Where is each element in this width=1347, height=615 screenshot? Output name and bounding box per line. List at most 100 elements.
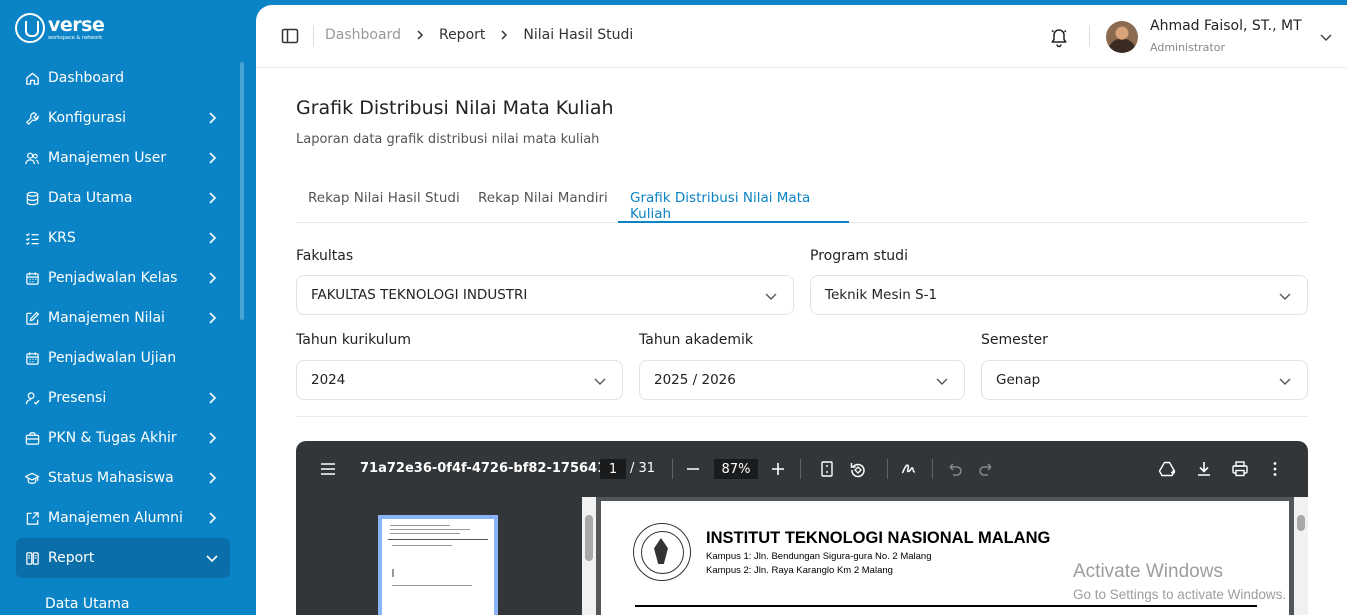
sidebar-item-label: Report bbox=[48, 550, 95, 566]
sidebar-item-konfigurasi[interactable]: Konfigurasi bbox=[16, 98, 230, 138]
chevron-right-icon bbox=[209, 512, 217, 524]
sidebar-item-presensi[interactable]: Presensi bbox=[16, 378, 230, 418]
thumbnail-panel bbox=[296, 497, 582, 615]
tab-rekap-nilai-hasil-studi[interactable]: Rekap Nilai Hasil Studi bbox=[308, 177, 460, 223]
breadcrumb-item-report[interactable]: Report bbox=[439, 27, 485, 43]
tab-grafik-distribusi[interactable]: Grafik Distribusi Nilai Mata Kuliah bbox=[618, 177, 849, 223]
akademik-value: 2025 / 2026 bbox=[654, 372, 736, 388]
topbar: Dashboard Report Nilai Hasil Studi Ahmad… bbox=[256, 5, 1347, 68]
divider bbox=[296, 416, 1308, 417]
avatar[interactable] bbox=[1106, 21, 1138, 53]
activate-windows-watermark: Activate Windows Go to Settings to activ… bbox=[1073, 561, 1286, 602]
sidebar-item-dashboard[interactable]: Dashboard bbox=[16, 58, 230, 98]
zoom-out-icon[interactable] bbox=[684, 460, 702, 478]
main-content: Dashboard Report Nilai Hasil Studi Ahmad… bbox=[256, 5, 1347, 615]
page-thumbnail[interactable] bbox=[378, 515, 498, 615]
sidebar-item-manajemen-nilai[interactable]: Manajemen Nilai bbox=[16, 298, 230, 338]
divider bbox=[887, 459, 888, 479]
calendar-icon bbox=[24, 270, 40, 286]
fakultas-value: FAKULTAS TEKNOLOGI INDUSTRI bbox=[311, 287, 528, 303]
undo-icon[interactable] bbox=[946, 460, 964, 478]
annotate-icon[interactable] bbox=[900, 460, 918, 478]
fakultas-label: Fakultas bbox=[296, 248, 354, 264]
akademik-select[interactable]: 2025 / 2026 bbox=[639, 360, 965, 400]
prodi-select[interactable]: Teknik Mesin S-1 bbox=[810, 275, 1308, 315]
sidebar-item-data-utama[interactable]: Data Utama bbox=[16, 178, 230, 218]
menu-icon[interactable] bbox=[320, 461, 336, 477]
sidebar-item-label: Penjadwalan Kelas bbox=[48, 270, 178, 286]
zoom-in-icon[interactable] bbox=[769, 460, 787, 478]
institution-address-1: Kampus 1: Jln. Bendungan Sigura-gura No.… bbox=[706, 551, 932, 562]
chevron-right-icon bbox=[209, 112, 217, 124]
chevron-down-icon[interactable] bbox=[1318, 29, 1334, 45]
sidebar-item-manajemen-user[interactable]: Manajemen User bbox=[16, 138, 230, 178]
kurikulum-value: 2024 bbox=[311, 372, 346, 388]
sidebar-item-pkn-tugas-akhir[interactable]: PKN & Tugas Akhir bbox=[16, 418, 230, 458]
semester-label: Semester bbox=[981, 332, 1048, 348]
more-options-icon[interactable] bbox=[1266, 460, 1284, 478]
pdf-filename: 71a72e36-0f4f-4726-bf82-175641... bbox=[360, 461, 621, 476]
download-icon[interactable] bbox=[1195, 460, 1213, 478]
fakultas-select[interactable]: FAKULTAS TEKNOLOGI INDUSTRI bbox=[296, 275, 794, 315]
divider bbox=[932, 459, 933, 479]
bell-icon[interactable] bbox=[1049, 26, 1069, 48]
redo-icon[interactable] bbox=[977, 460, 995, 478]
header-rule bbox=[635, 605, 1257, 607]
sidebar-item-krs[interactable]: KRS bbox=[16, 218, 230, 258]
sidebar-toggle-icon[interactable] bbox=[281, 27, 299, 45]
brand-logo[interactable]: verse workspace & network bbox=[15, 13, 105, 43]
pdf-toolbar: 71a72e36-0f4f-4726-bf82-175641... 1 / 31… bbox=[296, 441, 1308, 497]
graduation-cap-icon bbox=[24, 470, 40, 486]
sidebar-item-penjadwalan-kelas[interactable]: Penjadwalan Kelas bbox=[16, 258, 230, 298]
sidebar-item-status-mahasiswa[interactable]: Status Mahasiswa bbox=[16, 458, 230, 498]
wrench-icon bbox=[24, 110, 40, 126]
sidebar-scrollbar[interactable] bbox=[240, 62, 244, 320]
chevron-down-icon bbox=[936, 378, 948, 385]
chevron-down-icon bbox=[1279, 378, 1291, 385]
edit-icon bbox=[24, 310, 40, 326]
sidebar-item-manajemen-alumni[interactable]: Manajemen Alumni bbox=[16, 498, 230, 538]
report-icon bbox=[24, 550, 40, 566]
chevron-right-icon bbox=[209, 392, 217, 404]
divider bbox=[1089, 25, 1090, 47]
calendar-icon bbox=[24, 350, 40, 366]
breadcrumb-item-dashboard[interactable]: Dashboard bbox=[325, 27, 401, 43]
rotate-icon[interactable] bbox=[849, 460, 867, 478]
sidebar-item-label: Penjadwalan Ujian bbox=[48, 350, 177, 366]
chevron-right-icon bbox=[501, 30, 508, 40]
thumbnail-scrollbar[interactable] bbox=[582, 497, 596, 615]
sidebar-item-label: Manajemen Alumni bbox=[48, 510, 183, 526]
sidebar-item-penjadwalan-ujian[interactable]: Penjadwalan Ujian bbox=[16, 338, 230, 378]
tab-bar: Rekap Nilai Hasil Studi Rekap Nilai Mand… bbox=[296, 177, 1308, 223]
chevron-down-icon bbox=[1279, 293, 1291, 300]
tab-rekap-nilai-mandiri[interactable]: Rekap Nilai Mandiri bbox=[478, 177, 608, 223]
home-icon bbox=[24, 70, 40, 86]
kurikulum-select[interactable]: 2024 bbox=[296, 360, 623, 400]
breadcrumb-item-current: Nilai Hasil Studi bbox=[523, 27, 634, 43]
sidebar: verse workspace & network Dashboard Konf… bbox=[0, 0, 256, 615]
sidebar-subitem-data-utama[interactable]: Data Utama bbox=[45, 596, 129, 612]
sidebar-item-label: Status Mahasiswa bbox=[48, 470, 174, 486]
brand-tagline: workspace & network bbox=[48, 34, 103, 41]
chevron-right-icon bbox=[417, 30, 424, 40]
print-icon[interactable] bbox=[1231, 460, 1249, 478]
page-scrollbar[interactable] bbox=[1294, 497, 1308, 615]
sidebar-item-report[interactable]: Report bbox=[16, 538, 230, 578]
semester-select[interactable]: Genap bbox=[981, 360, 1308, 400]
watermark-title: Activate Windows bbox=[1073, 561, 1223, 582]
chevron-right-icon bbox=[209, 232, 217, 244]
logo-mark-icon bbox=[15, 13, 45, 43]
fit-page-icon[interactable] bbox=[818, 460, 836, 478]
chevron-down-icon bbox=[594, 378, 606, 385]
prodi-label: Program studi bbox=[810, 248, 908, 264]
drive-icon[interactable] bbox=[1158, 460, 1176, 478]
chevron-right-icon bbox=[209, 272, 217, 284]
alumni-icon bbox=[24, 510, 40, 526]
zoom-level[interactable]: 87% bbox=[714, 459, 758, 479]
semester-value: Genap bbox=[996, 372, 1041, 388]
page-number-input[interactable]: 1 bbox=[600, 459, 626, 479]
prodi-value: Teknik Mesin S-1 bbox=[825, 287, 938, 303]
page-subtitle: Laporan data grafik distribusi nilai mat… bbox=[296, 132, 600, 147]
database-icon bbox=[24, 190, 40, 206]
brand-name: verse bbox=[48, 13, 105, 36]
